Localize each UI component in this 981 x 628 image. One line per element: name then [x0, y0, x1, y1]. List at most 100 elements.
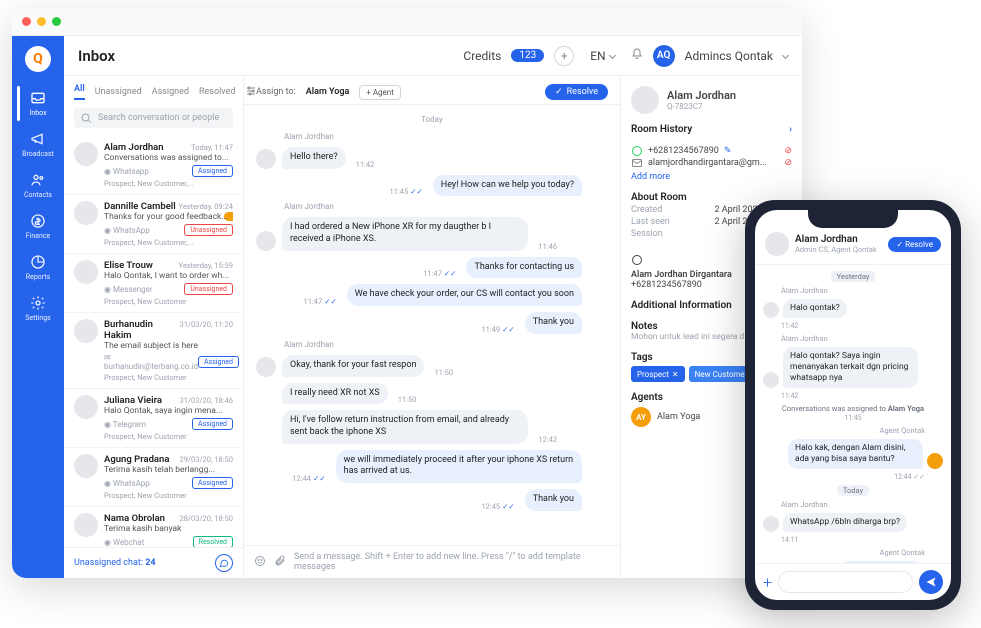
mail-icon [631, 157, 643, 169]
emoji-icon[interactable] [254, 555, 266, 570]
conversation-name: Elise Trouw [104, 260, 153, 271]
phone-resolve-button[interactable]: ✓ Resolve [888, 237, 941, 252]
message-timestamp: 11:49 ✓✓ [481, 325, 514, 334]
conversation-item[interactable]: Elise TrouwYesterday, 15:59 Halo Qontak,… [64, 254, 243, 313]
conversation-item[interactable]: Dannille CambellYesterday, 09:24 Thanks … [64, 195, 243, 254]
message-avatar [256, 357, 276, 377]
chat-pane: Assign to: Alam Yoga + Agent ✓ Resolve T… [244, 76, 620, 578]
chat-header: Assign to: Alam Yoga + Agent ✓ Resolve [244, 76, 620, 105]
message-row: Hello there? 11:42 [256, 147, 608, 169]
filter-assigned[interactable]: Assigned [152, 87, 189, 97]
message-timestamp: 12:44 ✓✓ [292, 474, 325, 483]
user-name[interactable]: Admincs Qontak [685, 49, 773, 63]
conversation-preview: Halo Qontak, I want to order wh... [104, 271, 233, 281]
conversation-item[interactable]: Nama Obrolan28/03/20, 18:50 Terima kasih… [64, 507, 243, 547]
unassigned-chat-count: Unassigned chat: 24 [74, 558, 156, 568]
conversation-avatar [74, 395, 98, 419]
conversation-time: Yesterday, 09:24 [179, 202, 233, 211]
credits-value: 123 [511, 49, 544, 62]
page-title: Inbox [78, 47, 115, 65]
conversation-item[interactable]: Agung Pradana29/03/20, 18:50 Terima kasi… [64, 448, 243, 507]
conversation-name: Nama Obrolan [104, 513, 165, 524]
filter-unassigned[interactable]: Unassigned [95, 87, 142, 97]
sidenav-label: Inbox [29, 109, 46, 117]
search-input[interactable]: Search conversation or people [74, 108, 233, 128]
contact-phone: +6281234567890 ✎ ⊘ [631, 145, 792, 157]
add-more-link[interactable]: Add more [631, 172, 792, 182]
search-icon [80, 112, 92, 124]
remove-icon[interactable]: ⊘ [784, 158, 792, 168]
phone-message-row: Halo qontak? Saya ingin menanyakan terka… [763, 347, 943, 388]
tag-prospect[interactable]: Prospect ✕ [631, 366, 685, 382]
language-picker[interactable]: EN [590, 49, 614, 63]
whatsapp-icon [631, 254, 643, 266]
list-footer: Unassigned chat: 24 [64, 547, 243, 578]
pie-icon [30, 254, 46, 270]
conversation-item[interactable]: Burhanudin Hakim31/03/20, 11:20 The emai… [64, 313, 243, 389]
conversation-tags: Prospect, New Customer [104, 373, 233, 382]
conversation-item[interactable]: Alam JordhanToday, 11:47 Conversations w… [64, 136, 243, 195]
window-max-dot[interactable] [52, 17, 61, 26]
message-row: I had ordered a New iPhone XR for my dau… [256, 217, 608, 250]
sidenav-label: Finance [26, 232, 51, 240]
sidenav: Q Inbox Broadcast Contacts Finance Repor… [12, 36, 64, 578]
chat-bubble-button[interactable] [215, 554, 233, 572]
message-bubble: Hi, I've follow return instruction from … [282, 410, 528, 443]
sidenav-item-broadcast[interactable]: Broadcast [22, 131, 54, 158]
window-min-dot[interactable] [37, 17, 46, 26]
message-row: We have check your order, our CS will co… [256, 284, 608, 306]
channel-label: ◉ Webchat [104, 538, 144, 547]
message-timestamp: 11:50 [398, 395, 417, 404]
conversation-preview: Conversations was assigned to... [104, 153, 233, 163]
phone-sender-label: Alam Jordhan [763, 286, 943, 295]
window-close-dot[interactable] [22, 17, 31, 26]
message-row: Thank you 11:49 ✓✓ [256, 312, 608, 334]
sidenav-item-finance[interactable]: Finance [26, 213, 51, 240]
sidenav-item-reports[interactable]: Reports [26, 254, 50, 281]
phone-add-button[interactable]: + [763, 573, 772, 592]
resolve-button[interactable]: ✓ Resolve [545, 84, 608, 100]
sidenav-item-settings[interactable]: Settings [25, 295, 51, 322]
message-row: we will immediately proceed it after you… [256, 450, 608, 483]
assignment-badge: Resolved [193, 536, 233, 547]
conversation-tags: Prospect, New Customer,... [104, 179, 233, 188]
message-composer: Send a message. Shift + Enter to add new… [244, 545, 620, 578]
phone-sender-label: Alam Jordhan [763, 500, 943, 509]
message-bubble: Thank you [525, 312, 582, 334]
conversation-avatar [74, 454, 98, 478]
conversation-item[interactable]: Juliana Vieira31/03/20, 18:46 Halo Qonta… [64, 389, 243, 448]
filter-resolved[interactable]: Resolved [199, 87, 235, 97]
contact-email: alamjordhandirgantara@gm... ⊘ [631, 157, 792, 169]
edit-icon[interactable]: ✎ [724, 146, 732, 156]
topbar: Inbox Credits 123 + EN AQ Admincs Qontak [64, 36, 802, 76]
user-avatar[interactable]: AQ [653, 45, 675, 67]
phone-timestamp: 14:11 [763, 536, 943, 544]
bell-icon[interactable] [631, 48, 643, 63]
message-timestamp: 11:47 ✓✓ [423, 269, 456, 278]
add-agent-button[interactable]: + Agent [359, 85, 401, 100]
message-input[interactable]: Send a message. Shift + Enter to add new… [294, 552, 610, 572]
channel-label: ◉ WhatsApp [104, 479, 150, 488]
assign-to-label: Assign to: [256, 87, 296, 97]
message-bubble: Hey! How can we help you today? [433, 175, 582, 197]
assigned-agent[interactable]: Alam Yoga [306, 87, 350, 97]
phone-message-input[interactable] [778, 571, 913, 593]
message-avatar [256, 149, 276, 169]
message-bubble: Okay, thank for your fast respon [282, 355, 424, 377]
phone-timestamp: 11:42 [763, 392, 943, 400]
room-history-header[interactable]: Room History › [631, 124, 792, 135]
sidenav-item-inbox[interactable]: Inbox [29, 90, 46, 117]
message-bubble: Thanks for contacting us [466, 257, 582, 279]
add-credits-button[interactable]: + [554, 46, 574, 66]
sidenav-item-contacts[interactable]: Contacts [24, 172, 52, 199]
phone-message-avatar [927, 453, 943, 469]
attachment-icon[interactable] [274, 555, 286, 570]
filter-all[interactable]: All [74, 84, 85, 100]
phone-send-button[interactable] [919, 570, 943, 594]
app-logo[interactable]: Q [25, 46, 51, 72]
phone-message-bubble: Halo qontak? Saya ingin menanyakan terka… [783, 347, 918, 388]
chevron-right-icon: › [789, 124, 792, 135]
message-bubble: Thank you [525, 489, 582, 511]
conversation-time: 31/03/20, 18:46 [180, 396, 234, 405]
remove-icon[interactable]: ⊘ [784, 146, 792, 156]
